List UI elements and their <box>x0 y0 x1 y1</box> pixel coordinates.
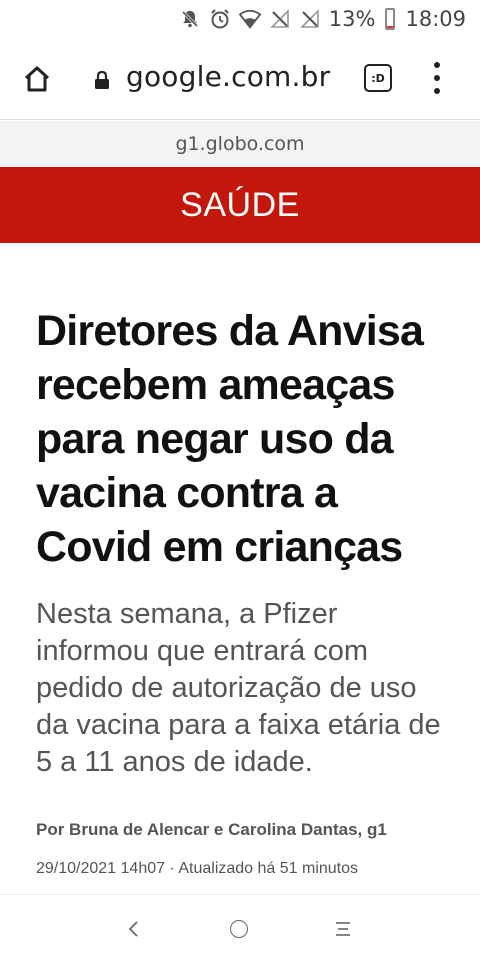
article-headline: Diretores da Anvisa recebem ameaças para… <box>36 307 424 571</box>
lock-icon[interactable] <box>94 70 110 90</box>
battery-icon <box>385 8 396 30</box>
mute-notifications-icon <box>179 8 201 30</box>
section-header[interactable]: SAÚDE <box>0 167 480 243</box>
browser-toolbar: google.com.br :D <box>0 38 480 120</box>
wifi-icon <box>238 8 261 30</box>
home-icon[interactable] <box>22 64 52 94</box>
no-signal-icon <box>299 8 321 30</box>
system-navigation-bar <box>0 894 480 960</box>
tab-switcher-button[interactable]: :D <box>364 64 392 92</box>
recent-apps-icon[interactable] <box>334 920 352 938</box>
alarm-icon <box>209 8 231 30</box>
clock: 18:09 <box>405 7 466 31</box>
article-byline: Por Bruna de Alencar e Carolina Dantas, … <box>36 820 387 839</box>
back-icon[interactable] <box>124 919 144 939</box>
address-bar[interactable]: google.com.br <box>126 60 330 93</box>
no-signal-icon <box>269 8 291 30</box>
article-subheadline: Nesta semana, a Pfizer informou que entr… <box>36 598 441 778</box>
home-button-icon[interactable] <box>230 920 248 938</box>
battery-percent: 13% <box>328 7 376 31</box>
status-bar: 13% 18:09 <box>0 0 480 38</box>
more-options-icon[interactable] <box>432 62 442 94</box>
amp-domain-bar[interactable]: g1.globo.com <box>0 121 480 167</box>
article-dateline: 29/10/2021 14h07 · Atualizado há 51 minu… <box>36 860 359 877</box>
